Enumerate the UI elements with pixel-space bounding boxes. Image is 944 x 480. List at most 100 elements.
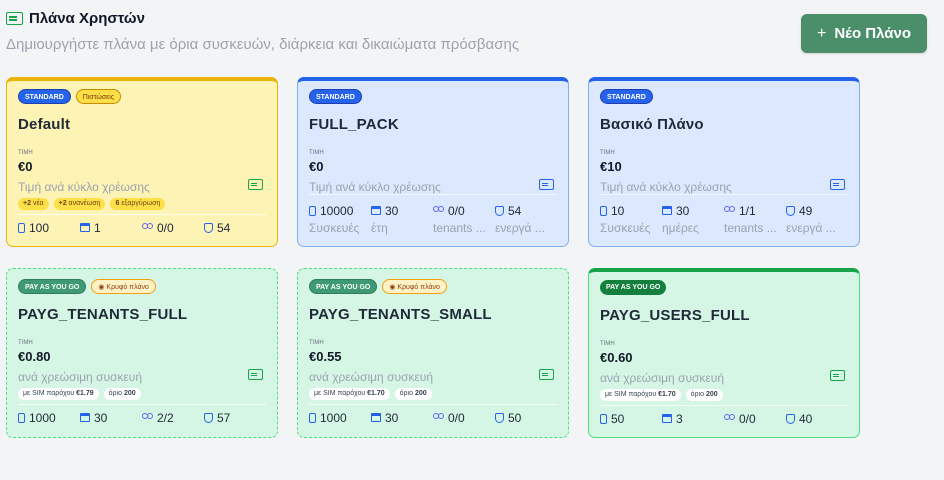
- plan-name: Βασικό Πλάνο: [600, 116, 704, 133]
- price-description: ανά χρεώσιμη συσκευή: [600, 371, 725, 385]
- device-icon: [18, 412, 25, 423]
- price-label: ΤΙΜΗ: [309, 340, 324, 346]
- device-icon: [309, 205, 316, 216]
- page-title: Πλάνα Χρηστών: [29, 10, 145, 27]
- stat-duration: 3: [676, 411, 683, 426]
- plan-price: €0.80: [18, 349, 51, 364]
- stat-tenants: 0/0: [157, 220, 174, 235]
- plan-price: €0.60: [600, 350, 633, 365]
- plan-name: PAYG_TENANTS_FULL: [18, 306, 188, 323]
- limit-chip: όριο 200: [685, 389, 723, 401]
- billing-icon: [830, 370, 845, 381]
- calendar-icon: [662, 206, 672, 215]
- stat-devices-label: Συσκευές: [600, 221, 651, 235]
- plan-card-payg-tenants-full[interactable]: PAY AS YOU GO ◉ Κρυφό πλάνο PAYG_TENANTS…: [6, 268, 278, 438]
- divider: [600, 405, 848, 406]
- plan-type-badge: STANDARD: [600, 89, 653, 104]
- users-icon: [433, 206, 444, 215]
- new-plan-label: Νέο Πλάνο: [834, 25, 911, 42]
- stat-active: 50: [508, 410, 522, 425]
- price-description: Τιμή ανά κύκλο χρέωσης: [309, 180, 441, 194]
- device-icon: [600, 205, 607, 216]
- plan-price: €10: [600, 159, 622, 174]
- stat-duration-label: έτη: [371, 221, 388, 235]
- plan-card-payg-tenants-small[interactable]: PAY AS YOU GO ◉ Κρυφό πλάνο PAYG_TENANTS…: [297, 268, 569, 438]
- plans-icon: [6, 12, 23, 25]
- users-icon: [724, 414, 735, 423]
- device-icon: [18, 222, 25, 233]
- plan-type-badge: STANDARD: [309, 89, 362, 104]
- stat-active: 54: [217, 220, 231, 235]
- stat-devices: 1000: [320, 410, 347, 425]
- hidden-plan-badge: ◉ Κρυφό πλάνο: [382, 279, 447, 294]
- price-label: ΤΙΜΗ: [18, 340, 33, 346]
- plan-card-default[interactable]: STANDARD Πιστώσεις Default ΤΙΜΗ €0 Τιμή …: [6, 77, 278, 247]
- plan-price: €0: [18, 159, 33, 174]
- stat-active-label: ενεργά ...: [786, 221, 836, 235]
- price-description: ανά χρεώσιμη συσκευή: [18, 370, 143, 384]
- stat-tenants: 0/0: [448, 203, 465, 218]
- plan-card-full-pack[interactable]: STANDARD FULL_PACK ΤΙΜΗ €0 Τιμή ανά κύκλ…: [297, 77, 569, 247]
- plan-name: Default: [18, 116, 71, 133]
- stat-duration: 1: [94, 220, 101, 235]
- stat-tenants-label: tenants ...: [433, 221, 486, 235]
- stat-duration: 30: [385, 410, 399, 425]
- hidden-plan-badge: ◉ Κρυφό πλάνο: [91, 279, 156, 294]
- plan-price: €0: [309, 159, 324, 174]
- price-label: ΤΙΜΗ: [309, 150, 324, 156]
- stat-duration: 30: [676, 203, 690, 218]
- calendar-icon: [371, 206, 381, 215]
- stat-active: 57: [217, 410, 231, 425]
- price-description: Τιμή ανά κύκλο χρέωσης: [18, 180, 150, 194]
- price-description: ανά χρεώσιμη συσκευή: [309, 370, 434, 384]
- credit-chip-renewal: +2 ανανέωση: [53, 198, 106, 210]
- page-subtitle: Δημιουργήστε πλάνα με όρια συσκευών, διά…: [6, 36, 520, 53]
- plan-type-badge: PAY AS YOU GO: [18, 279, 87, 294]
- stat-tenants: 2/2: [157, 410, 174, 425]
- users-icon: [724, 206, 735, 215]
- stat-duration: 30: [385, 203, 399, 218]
- plan-card-payg-users-full[interactable]: PAY AS YOU GO PAYG_USERS_FULL ΤΙΜΗ €0.60…: [588, 268, 860, 438]
- billing-icon: [539, 179, 554, 190]
- shield-icon: [495, 205, 504, 216]
- new-plan-button[interactable]: + Νέο Πλάνο: [801, 14, 927, 53]
- stat-tenants-label: tenants ...: [724, 221, 777, 235]
- credit-chip-redeem: 6 εξαργύρωση: [110, 198, 166, 210]
- sim-price-chip: με SIM παρόχου €1.70: [600, 389, 681, 401]
- stat-duration: 30: [94, 410, 108, 425]
- billing-icon: [248, 369, 263, 380]
- stat-devices: 10: [611, 203, 625, 218]
- plan-card-basic[interactable]: STANDARD Βασικό Πλάνο ΤΙΜΗ €10 Τιμή ανά …: [588, 77, 860, 247]
- limit-chip: όριο 200: [394, 388, 432, 400]
- calendar-icon: [80, 413, 90, 422]
- device-icon: [600, 413, 607, 424]
- sim-price-chip: με SIM παρόχου €1.70: [309, 388, 390, 400]
- credit-chip-new: +2 νέα: [18, 198, 49, 210]
- plan-price: €0.55: [309, 349, 342, 364]
- divider: [18, 404, 266, 405]
- plan-type-badge: PAY AS YOU GO: [309, 279, 378, 294]
- calendar-icon: [662, 414, 672, 423]
- price-label: ΤΙΜΗ: [18, 150, 33, 156]
- stat-tenants: 0/0: [739, 411, 756, 426]
- stat-active-label: ενεργά ...: [495, 221, 545, 235]
- stat-devices: 50: [611, 411, 625, 426]
- plan-type-badge: STANDARD: [18, 89, 71, 104]
- divider: [309, 404, 557, 405]
- shield-icon: [495, 412, 504, 423]
- stat-active: 54: [508, 203, 522, 218]
- stat-tenants: 0/0: [448, 410, 465, 425]
- price-description: Τιμή ανά κύκλο χρέωσης: [600, 180, 732, 194]
- billing-icon: [539, 369, 554, 380]
- plan-name: PAYG_USERS_FULL: [600, 307, 750, 324]
- price-label: ΤΙΜΗ: [600, 341, 615, 347]
- divider: [18, 214, 266, 215]
- stat-devices: 10000: [320, 203, 354, 218]
- stat-tenants: 1/1: [739, 203, 756, 218]
- plan-type-badge: PAY AS YOU GO: [600, 280, 667, 295]
- sim-price-chip: με SIM παρόχου €1.79: [18, 388, 99, 400]
- shield-icon: [786, 205, 795, 216]
- stat-active: 40: [799, 411, 813, 426]
- calendar-icon: [371, 413, 381, 422]
- billing-icon: [830, 179, 845, 190]
